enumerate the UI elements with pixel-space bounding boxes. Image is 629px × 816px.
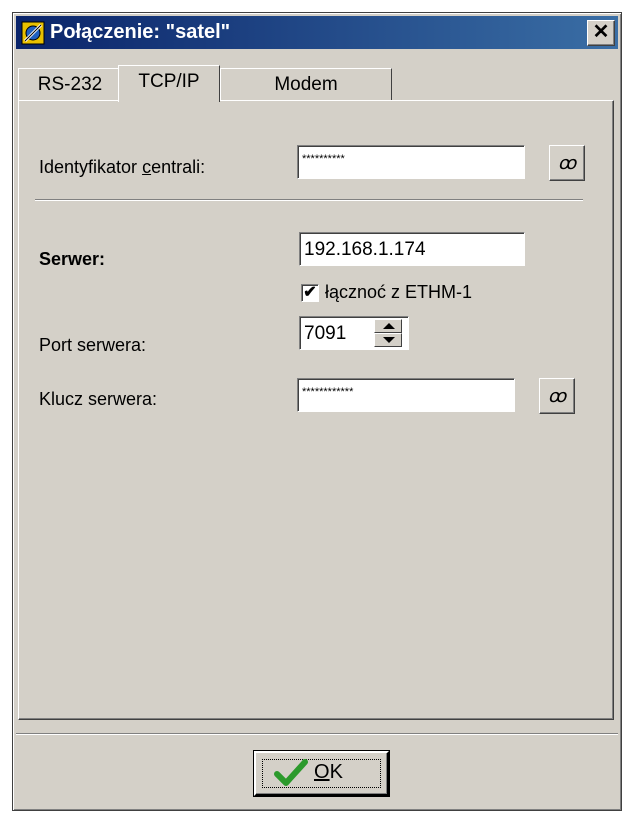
close-button[interactable]: ✕ [587,20,615,46]
ok-button[interactable]: OK [254,751,389,796]
tab-label: RS-232 [37,74,103,95]
panel-id-field[interactable]: ********** [297,145,525,179]
tab-rs232[interactable]: RS-232 [18,68,122,101]
close-icon: ✕ [592,21,610,43]
ethm-checkbox[interactable]: ✔ [301,284,319,302]
server-key-label: Klucz serwera: [39,389,158,409]
tab-label: TCP/IP [138,71,200,92]
panel-id-label: Identyfikator centrali: [39,157,206,177]
window-title: Połączenie: "satel" [50,21,231,43]
checkmark-icon: ✔ [303,284,317,301]
checkmark-icon [274,759,308,786]
show-server-key-button[interactable]: ꝏ [539,378,575,414]
arrow-up-icon [383,323,395,329]
server-address-field[interactable]: 192.168.1.174 [299,232,525,266]
tcpip-panel: Identyfikator centrali: ********** ꝏ Ser… [18,100,614,720]
port-label: Port serwera: [39,335,147,355]
tab-tcpip[interactable]: TCP/IP [118,65,220,102]
ethm-checkbox-label[interactable]: łącznoć z ETHM-1 [325,282,472,303]
glasses-icon: ꝏ [557,153,577,173]
satel-app-icon [21,21,45,45]
arrow-down-icon [383,337,395,343]
server-key-field[interactable]: ************ [297,378,515,412]
server-label: Serwer: [39,249,106,269]
port-down-button[interactable] [374,333,402,347]
ok-label: OK [314,761,343,783]
port-stepper[interactable] [374,319,402,347]
glasses-icon: ꝏ [547,386,567,406]
title-bar[interactable]: Połączenie: "satel" ✕ [16,16,618,49]
show-panel-id-button[interactable]: ꝏ [549,145,585,181]
bottom-separator [16,733,618,735]
port-up-button[interactable] [374,319,402,333]
tab-label: Modem [274,74,338,95]
tab-modem[interactable]: Modem [220,68,392,101]
connection-dialog: Połączenie: "satel" ✕ RS-232 TCP/IP Mode… [12,12,622,811]
separator [35,199,583,201]
